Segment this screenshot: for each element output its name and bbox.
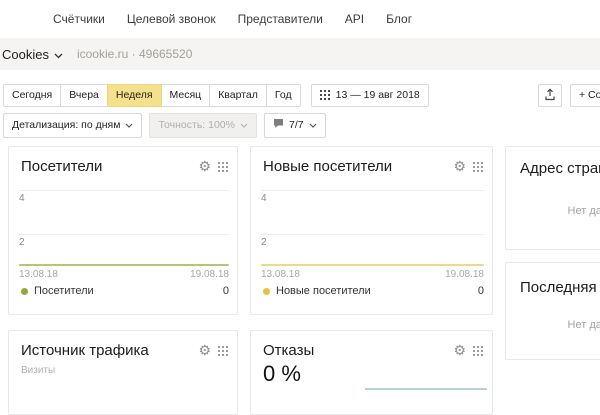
counter-meta: icookie.ru · 49665520 bbox=[77, 47, 192, 61]
chart-gridline bbox=[19, 190, 229, 191]
widget-title: Адрес страницы bbox=[520, 160, 600, 177]
x-axis-start: 13.08.18 bbox=[261, 269, 300, 280]
chart-line-visitors bbox=[19, 264, 229, 266]
date-range-button[interactable]: 13 — 19 авг 2018 bbox=[311, 84, 429, 107]
widget-title: Источник трафика bbox=[21, 342, 149, 359]
top-navigation: Счётчики Целевой звонок Представители AP… bbox=[0, 0, 600, 38]
widget-title: Новые посетители bbox=[263, 158, 392, 175]
nav-blog[interactable]: Блог bbox=[386, 12, 412, 26]
detalization-label: Детализация: по дням bbox=[12, 119, 120, 132]
nav-api[interactable]: API bbox=[345, 12, 364, 26]
bounces-sparkline bbox=[365, 388, 487, 390]
accuracy-label: Точность: 100% bbox=[158, 119, 235, 132]
x-axis-labels: 13.08.18 19.08.18 bbox=[261, 269, 484, 280]
export-icon bbox=[544, 88, 556, 104]
chevron-down-icon bbox=[54, 47, 63, 62]
chart-gridline bbox=[261, 190, 484, 191]
legend-value: 0 bbox=[478, 285, 484, 297]
widget-settings-gear-icon[interactable]: ⚙ bbox=[198, 159, 211, 173]
chevron-down-icon bbox=[309, 119, 317, 132]
widget-settings-gear-icon[interactable]: ⚙ bbox=[453, 159, 466, 173]
period-segmented-control: Сегодня Вчера Неделя Месяц Квартал Год bbox=[3, 84, 301, 107]
bounce-rate-value: 0 % bbox=[263, 361, 301, 387]
widget-page-url: Адрес страницы Нет данных bbox=[505, 146, 600, 250]
chart-line-new-visitors bbox=[261, 264, 484, 266]
comment-bubble-icon bbox=[273, 118, 284, 133]
nav-target-call[interactable]: Целевой звонок bbox=[127, 12, 216, 26]
widget-drag-handle-icon[interactable] bbox=[473, 160, 484, 173]
calendar-grid-icon bbox=[320, 90, 331, 101]
chevron-down-icon bbox=[240, 119, 248, 132]
date-range-label: 13 — 19 авг 2018 bbox=[336, 89, 420, 102]
x-axis-labels: 13.08.18 19.08.18 bbox=[19, 269, 229, 280]
period-quarter-button[interactable]: Квартал bbox=[209, 84, 267, 107]
detalization-dropdown[interactable]: Детализация: по дням bbox=[3, 113, 142, 138]
widget-drag-handle-icon[interactable] bbox=[473, 344, 484, 357]
legend-label: Новые посетители bbox=[276, 285, 371, 297]
widget-settings-gear-icon[interactable]: ⚙ bbox=[198, 343, 211, 357]
legend-label: Посетители bbox=[34, 285, 94, 297]
counter-bar: Cookies icookie.ru · 49665520 bbox=[0, 38, 600, 70]
period-month-button[interactable]: Месяц bbox=[161, 84, 211, 107]
period-toolbar: Сегодня Вчера Неделя Месяц Квартал Год 1… bbox=[3, 84, 429, 107]
counter-selector[interactable]: Cookies bbox=[2, 47, 63, 62]
y-axis-tick: 2 bbox=[19, 237, 25, 248]
widget-settings-gear-icon[interactable]: ⚙ bbox=[453, 343, 466, 357]
empty-state-text: Нет данных bbox=[506, 205, 600, 217]
x-axis-end: 19.08.18 bbox=[190, 269, 229, 280]
widget-drag-handle-icon[interactable] bbox=[218, 160, 229, 173]
legend-value: 0 bbox=[223, 285, 229, 297]
legend-dot-icon bbox=[21, 288, 28, 295]
period-today-button[interactable]: Сегодня bbox=[3, 84, 61, 107]
widget-title: Отказы bbox=[263, 342, 314, 359]
legend-item-visitors[interactable]: Посетители 0 bbox=[21, 285, 229, 297]
widget-last-search-phrase: Последняя поисковая фраза Нет данных bbox=[505, 262, 600, 360]
period-week-button[interactable]: Неделя bbox=[107, 84, 162, 107]
chart-gridline bbox=[19, 234, 229, 235]
x-axis-start: 13.08.18 bbox=[19, 269, 58, 280]
comments-count-label: 7/7 bbox=[289, 119, 304, 132]
export-button[interactable] bbox=[538, 84, 562, 107]
x-axis-end: 19.08.18 bbox=[445, 269, 484, 280]
y-axis-tick: 4 bbox=[261, 193, 267, 204]
widget-subtitle: Визиты bbox=[21, 365, 55, 376]
nav-representatives[interactable]: Представители bbox=[238, 12, 323, 26]
nav-counters[interactable]: Счётчики bbox=[53, 12, 105, 26]
chart-gridline bbox=[261, 234, 484, 235]
comments-dropdown[interactable]: 7/7 bbox=[264, 113, 326, 138]
widget-title: Посетители bbox=[21, 158, 102, 175]
widget-title: Последняя поисковая фраза bbox=[520, 279, 600, 296]
widget-traffic-source: Источник трафика ⚙ Визиты bbox=[8, 330, 238, 415]
widget-visitors: Посетители ⚙ 4 2 13.08.18 19.08.18 Посет… bbox=[8, 146, 238, 315]
empty-state-text: Нет данных bbox=[506, 319, 600, 331]
chevron-down-icon bbox=[125, 119, 133, 132]
settings-toolbar: Детализация: по дням Точность: 100% 7/7 bbox=[3, 113, 326, 138]
accuracy-dropdown[interactable]: Точность: 100% bbox=[149, 113, 257, 138]
period-year-button[interactable]: Год bbox=[266, 84, 301, 107]
widget-drag-handle-icon[interactable] bbox=[218, 344, 229, 357]
widget-bounces: Отказы ⚙ 0 % bbox=[250, 330, 493, 415]
y-axis-tick: 4 bbox=[19, 193, 25, 204]
legend-item-new-visitors[interactable]: Новые посетители 0 bbox=[263, 285, 484, 297]
widget-new-visitors: Новые посетители ⚙ 4 2 13.08.18 19.08.18… bbox=[250, 146, 493, 315]
y-axis-tick: 2 bbox=[261, 237, 267, 248]
counter-selector-label: Cookies bbox=[2, 47, 49, 62]
create-widget-button[interactable]: + Создать виджет bbox=[570, 84, 600, 107]
period-yesterday-button[interactable]: Вчера bbox=[60, 84, 108, 107]
legend-dot-icon bbox=[263, 288, 270, 295]
